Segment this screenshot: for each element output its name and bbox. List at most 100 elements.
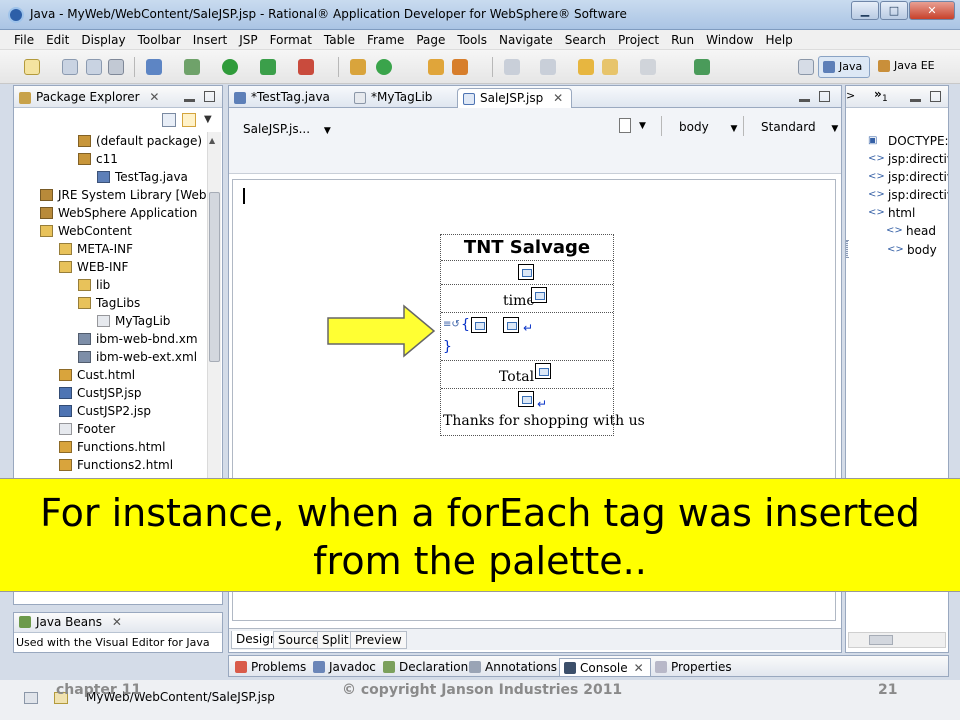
maximize-view-icon[interactable] bbox=[819, 91, 830, 102]
close-button[interactable]: ✕ bbox=[909, 1, 955, 20]
package-explorer-tab[interactable]: Package Explorer ✕ bbox=[14, 88, 165, 108]
previous-annotation-icon[interactable] bbox=[540, 59, 556, 75]
deploy-icon[interactable] bbox=[694, 59, 710, 75]
tab-declaration[interactable]: Declaration bbox=[379, 658, 474, 676]
tree-item[interactable]: c11 bbox=[14, 150, 208, 168]
tree-item[interactable]: Cust.html bbox=[14, 366, 208, 384]
tree-item[interactable]: CustJSP.jsp bbox=[14, 384, 208, 402]
tree-item[interactable]: TagLibs bbox=[14, 294, 208, 312]
close-tab-icon[interactable]: ✕ bbox=[553, 91, 563, 105]
menu-help[interactable]: Help bbox=[759, 33, 798, 47]
tree-item[interactable]: lib bbox=[14, 276, 208, 294]
close-tab-icon[interactable]: ✕ bbox=[112, 615, 122, 629]
perspective-java[interactable]: Java bbox=[818, 56, 870, 78]
menu-table[interactable]: Table bbox=[318, 33, 361, 47]
java-beans-tab[interactable]: Java Beans ✕ bbox=[14, 613, 128, 632]
build-icon[interactable] bbox=[146, 59, 162, 75]
minimize-view-icon[interactable] bbox=[910, 99, 921, 102]
tree-item[interactable]: ibm-web-ext.xml bbox=[14, 348, 208, 366]
scrollbar-thumb[interactable] bbox=[209, 192, 220, 362]
view-menu-icon[interactable]: ▼ bbox=[204, 114, 212, 125]
element-selector[interactable]: body ▼ bbox=[679, 120, 737, 134]
save-all-icon[interactable] bbox=[86, 59, 102, 75]
menu-file[interactable]: File bbox=[8, 33, 40, 47]
maximize-view-icon[interactable] bbox=[204, 91, 215, 102]
tree-item[interactable]: WebContent bbox=[14, 222, 208, 240]
maximize-view-icon[interactable] bbox=[930, 91, 941, 102]
forward-icon[interactable] bbox=[640, 59, 656, 75]
jsp-tag-icon[interactable] bbox=[518, 264, 534, 280]
menu-run[interactable]: Run bbox=[665, 33, 700, 47]
tree-item[interactable]: WebSphere Application bbox=[14, 204, 208, 222]
jsp-tag-icon[interactable] bbox=[503, 317, 519, 333]
jsp-tag-icon[interactable] bbox=[535, 363, 551, 379]
scroll-up-icon[interactable]: ▲ bbox=[209, 136, 215, 145]
collapse-all-icon[interactable] bbox=[162, 113, 176, 127]
last-edit-icon[interactable] bbox=[578, 59, 594, 75]
more-views-icon[interactable]: » bbox=[874, 87, 882, 101]
menu-search[interactable]: Search bbox=[559, 33, 612, 47]
open-type-icon[interactable] bbox=[428, 59, 444, 75]
tree-item[interactable]: Functions.html bbox=[14, 438, 208, 456]
tree-item[interactable]: WEB-INF bbox=[14, 258, 208, 276]
outline-scrollbar[interactable] bbox=[848, 632, 946, 648]
file-selector[interactable]: SaleJSP.js... ▼ bbox=[243, 122, 331, 136]
minimize-button[interactable]: ▁ bbox=[851, 1, 879, 20]
debug-icon[interactable] bbox=[184, 59, 200, 75]
next-annotation-icon[interactable] bbox=[504, 59, 520, 75]
tree-item[interactable]: JRE System Library [Web bbox=[14, 186, 208, 204]
outline-item[interactable]: <> body bbox=[846, 240, 937, 258]
menu-frame[interactable]: Frame bbox=[361, 33, 410, 47]
minimize-view-icon[interactable] bbox=[799, 99, 810, 102]
profile-icon[interactable] bbox=[298, 59, 314, 75]
tab-javadoc[interactable]: Javadoc bbox=[309, 658, 382, 676]
tree-item[interactable]: TestTag.java bbox=[14, 168, 208, 186]
menu-window[interactable]: Window bbox=[700, 33, 759, 47]
tab-preview[interactable]: Preview bbox=[350, 631, 407, 649]
tab-annotations[interactable]: Annotations bbox=[465, 658, 563, 676]
menu-tools[interactable]: Tools bbox=[451, 33, 493, 47]
mode-selector[interactable]: Standard ▼ bbox=[761, 120, 838, 134]
new-icon[interactable] bbox=[24, 59, 40, 75]
search-icon[interactable] bbox=[452, 59, 468, 75]
close-tab-icon[interactable]: ✕ bbox=[634, 661, 644, 675]
link-editor-icon[interactable] bbox=[182, 113, 196, 127]
new-class-icon[interactable] bbox=[376, 59, 392, 75]
close-tab-icon[interactable]: ✕ bbox=[149, 90, 159, 104]
jsp-layout-table[interactable]: TNT Salvage time ≡↺ { ↵ } Total ↵ Thanks… bbox=[440, 234, 645, 436]
print-icon[interactable] bbox=[108, 59, 124, 75]
outline-scroll-icon[interactable]: > bbox=[846, 89, 855, 102]
tree-item[interactable]: META-INF bbox=[14, 240, 208, 258]
tree-item[interactable]: Footer bbox=[14, 420, 208, 438]
jsp-tag-icon[interactable] bbox=[531, 287, 547, 303]
save-icon[interactable] bbox=[62, 59, 78, 75]
menu-jsp[interactable]: JSP bbox=[233, 33, 263, 47]
editor-tab-testtag[interactable]: *TestTag.java bbox=[229, 88, 338, 108]
editor-tab-mytaglib[interactable]: *MyTagLib bbox=[349, 88, 440, 108]
tree-item[interactable]: ibm-web-bnd.xm bbox=[14, 330, 208, 348]
tree-item[interactable]: (default package) bbox=[14, 132, 208, 150]
jsp-tag-icon[interactable] bbox=[518, 391, 534, 407]
document-icon[interactable] bbox=[619, 118, 631, 133]
menu-insert[interactable]: Insert bbox=[187, 33, 233, 47]
menu-page[interactable]: Page bbox=[410, 33, 451, 47]
run-icon[interactable] bbox=[222, 59, 238, 75]
menu-format[interactable]: Format bbox=[264, 33, 318, 47]
perspective-javaee[interactable]: Java EE bbox=[874, 56, 944, 78]
tree-item[interactable]: MyTagLib bbox=[14, 312, 208, 330]
menu-toolbar[interactable]: Toolbar bbox=[132, 33, 187, 47]
fast-view-icon[interactable] bbox=[24, 692, 38, 704]
minimize-view-icon[interactable] bbox=[184, 99, 195, 102]
menu-project[interactable]: Project bbox=[612, 33, 665, 47]
menu-display[interactable]: Display bbox=[75, 33, 131, 47]
tree-item[interactable]: Functions2.html bbox=[14, 456, 208, 474]
back-icon[interactable] bbox=[602, 59, 618, 75]
foreach-icon[interactable]: ≡↺ bbox=[443, 319, 460, 330]
new-project-icon[interactable] bbox=[350, 59, 366, 75]
chevron-down-icon[interactable]: ▼ bbox=[639, 121, 646, 131]
tab-console[interactable]: Console ✕ bbox=[559, 658, 651, 676]
menu-edit[interactable]: Edit bbox=[40, 33, 75, 47]
editor-tab-salejsp[interactable]: SaleJSP.jsp ✕ bbox=[457, 88, 573, 108]
tab-split[interactable]: Split bbox=[317, 631, 354, 649]
tab-properties[interactable]: Properties bbox=[651, 658, 738, 676]
